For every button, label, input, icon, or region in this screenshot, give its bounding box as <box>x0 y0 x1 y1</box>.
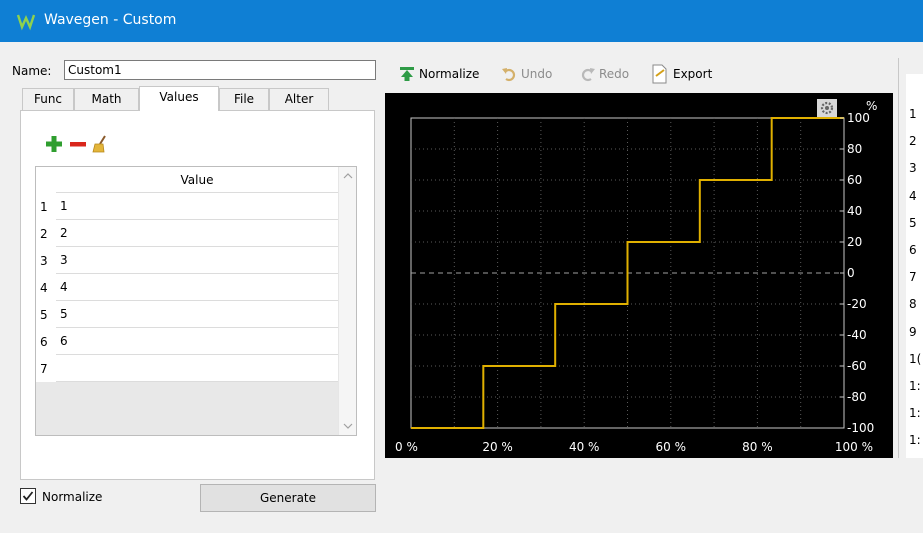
right-list-item: 5 <box>909 215 917 230</box>
normalize-label: Normalize <box>42 490 103 504</box>
x-tick-label: 60 % <box>656 440 687 454</box>
tab-func[interactable]: Func <box>22 88 74 110</box>
table-row[interactable]: 1 1 <box>36 193 338 220</box>
value-cell[interactable]: 2 <box>56 220 338 247</box>
value-cell[interactable]: 1 <box>56 193 338 220</box>
y-tick-label: 80 <box>847 142 862 156</box>
y-tick-labels: 100 80 60 40 20 0 -20 -40 -60 -80 -100 <box>840 111 874 435</box>
x-tick-label: 40 % <box>569 440 600 454</box>
right-panel: 1234567891(1:1:1:14 <box>898 58 923 458</box>
tab-file[interactable]: File <box>219 88 269 110</box>
row-number: 5 <box>40 308 48 322</box>
row-number: 4 <box>40 281 48 295</box>
row-number: 7 <box>40 362 48 376</box>
right-list-item: 2 <box>909 134 917 149</box>
y-tick-label: 100 <box>847 111 870 125</box>
generate-button[interactable]: Generate <box>200 484 376 512</box>
tab-label: Values <box>159 90 199 104</box>
right-list-item: 4 <box>909 188 917 203</box>
export-button[interactable]: Export <box>673 67 712 81</box>
table-row[interactable]: 4 4 <box>36 274 338 301</box>
normalize-icon <box>400 67 414 81</box>
y-tick-label: 40 <box>847 204 862 218</box>
values-table: Value 1 1 2 2 3 3 4 4 5 5 6 6 7 <box>35 166 357 436</box>
wavegen-logo-icon <box>16 14 36 31</box>
undo-button[interactable]: Undo <box>521 67 552 81</box>
undo-icon <box>502 68 516 82</box>
y-tick-label: -80 <box>847 390 867 404</box>
tab-math[interactable]: Math <box>74 88 139 110</box>
tab-values[interactable]: Values <box>139 86 219 111</box>
tab-alter[interactable]: Alter <box>269 88 329 110</box>
y-tick-label: 60 <box>847 173 862 187</box>
table-row[interactable]: 6 6 <box>36 328 338 355</box>
vertical-scrollbar[interactable] <box>338 167 356 435</box>
plot-panel: Normalize Undo Redo Export 100 80 60 40 20 0 -… <box>385 58 893 458</box>
plot-toolbar: Normalize Undo Redo Export <box>385 58 893 92</box>
x-tick-label: 80 % <box>742 440 773 454</box>
name-label: Name: <box>12 64 52 78</box>
value-cell[interactable]: 6 <box>56 328 338 355</box>
row-number: 3 <box>40 254 48 268</box>
y-unit-label: % <box>866 99 877 113</box>
normalize-checkbox[interactable] <box>20 488 36 504</box>
table-empty-area <box>36 382 338 435</box>
value-cell[interactable]: 5 <box>56 301 338 328</box>
export-icon <box>652 64 667 84</box>
y-tick-label: 20 <box>847 235 862 249</box>
value-cell[interactable]: 3 <box>56 247 338 274</box>
tab-label: Alter <box>284 92 314 106</box>
plot-area[interactable]: 100 80 60 40 20 0 -20 -40 -60 -80 -100 0 % 20 % 40 %… <box>385 93 893 458</box>
values-tab-page: Value 1 1 2 2 3 3 4 4 5 5 6 6 7 <box>20 110 375 480</box>
normalize-toolbar-button[interactable]: Normalize <box>419 67 479 81</box>
minus-icon[interactable] <box>69 135 87 153</box>
x-tick-label: 0 % <box>395 440 418 454</box>
right-list-item: 6 <box>909 243 917 257</box>
right-list-item: 1( <box>909 351 922 366</box>
right-list-item: 1 <box>909 107 917 121</box>
table-row[interactable]: 7 <box>36 355 338 382</box>
row-number: 2 <box>40 227 48 241</box>
settings-icon[interactable] <box>817 99 837 117</box>
left-panel: Name: Func Math Values File Alter Value … <box>12 58 378 512</box>
y-tick-label: -20 <box>847 297 867 311</box>
row-number: 6 <box>40 335 48 349</box>
table-header: Value <box>56 167 338 193</box>
value-cell[interactable]: 4 <box>56 274 338 301</box>
table-row[interactable]: 3 3 <box>36 247 338 274</box>
row-number: 1 <box>40 200 48 214</box>
plus-icon[interactable] <box>45 135 63 153</box>
right-list-item: 7 <box>909 270 917 285</box>
y-tick-label: -60 <box>847 359 867 373</box>
y-tick-label: -40 <box>847 328 867 342</box>
value-cell[interactable] <box>56 355 338 382</box>
checkmark-icon <box>22 491 34 501</box>
tab-label: File <box>233 92 255 106</box>
right-list-item: 8 <box>909 297 917 312</box>
right-list-item: 1: <box>909 433 921 448</box>
y-tick-label: -100 <box>847 421 874 435</box>
table-row[interactable]: 2 2 <box>36 220 338 247</box>
redo-button[interactable]: Redo <box>599 67 629 81</box>
tab-label: Func <box>33 92 63 106</box>
table-row[interactable]: 5 5 <box>36 301 338 328</box>
x-tick-label: 20 % <box>482 440 513 454</box>
tab-label: Math <box>91 92 122 106</box>
y-tick-label: 0 <box>847 266 855 280</box>
name-input[interactable] <box>64 60 376 80</box>
right-list-item: 3 <box>909 161 917 176</box>
window-title: Wavegen - Custom <box>44 12 177 28</box>
redo-icon <box>581 68 595 82</box>
x-tick-labels: 0 % 20 % 40 % 60 % 80 % 100 % <box>395 440 873 454</box>
broom-icon[interactable] <box>91 135 109 153</box>
scroll-up-icon[interactable] <box>343 173 353 179</box>
x-tick-label: 100 % <box>835 440 873 454</box>
right-values-list: 1234567891(1:1:1:14 <box>906 74 923 458</box>
right-list-item: 9 <box>909 324 917 339</box>
title-bar: Wavegen - Custom <box>0 0 923 42</box>
waveform-chart: 100 80 60 40 20 0 -20 -40 -60 -80 -100 0 % 20 % 40 %… <box>395 99 877 454</box>
scroll-down-icon[interactable] <box>343 423 353 429</box>
right-list-item: 1: <box>909 406 921 421</box>
right-list-item: 1: <box>909 379 921 393</box>
